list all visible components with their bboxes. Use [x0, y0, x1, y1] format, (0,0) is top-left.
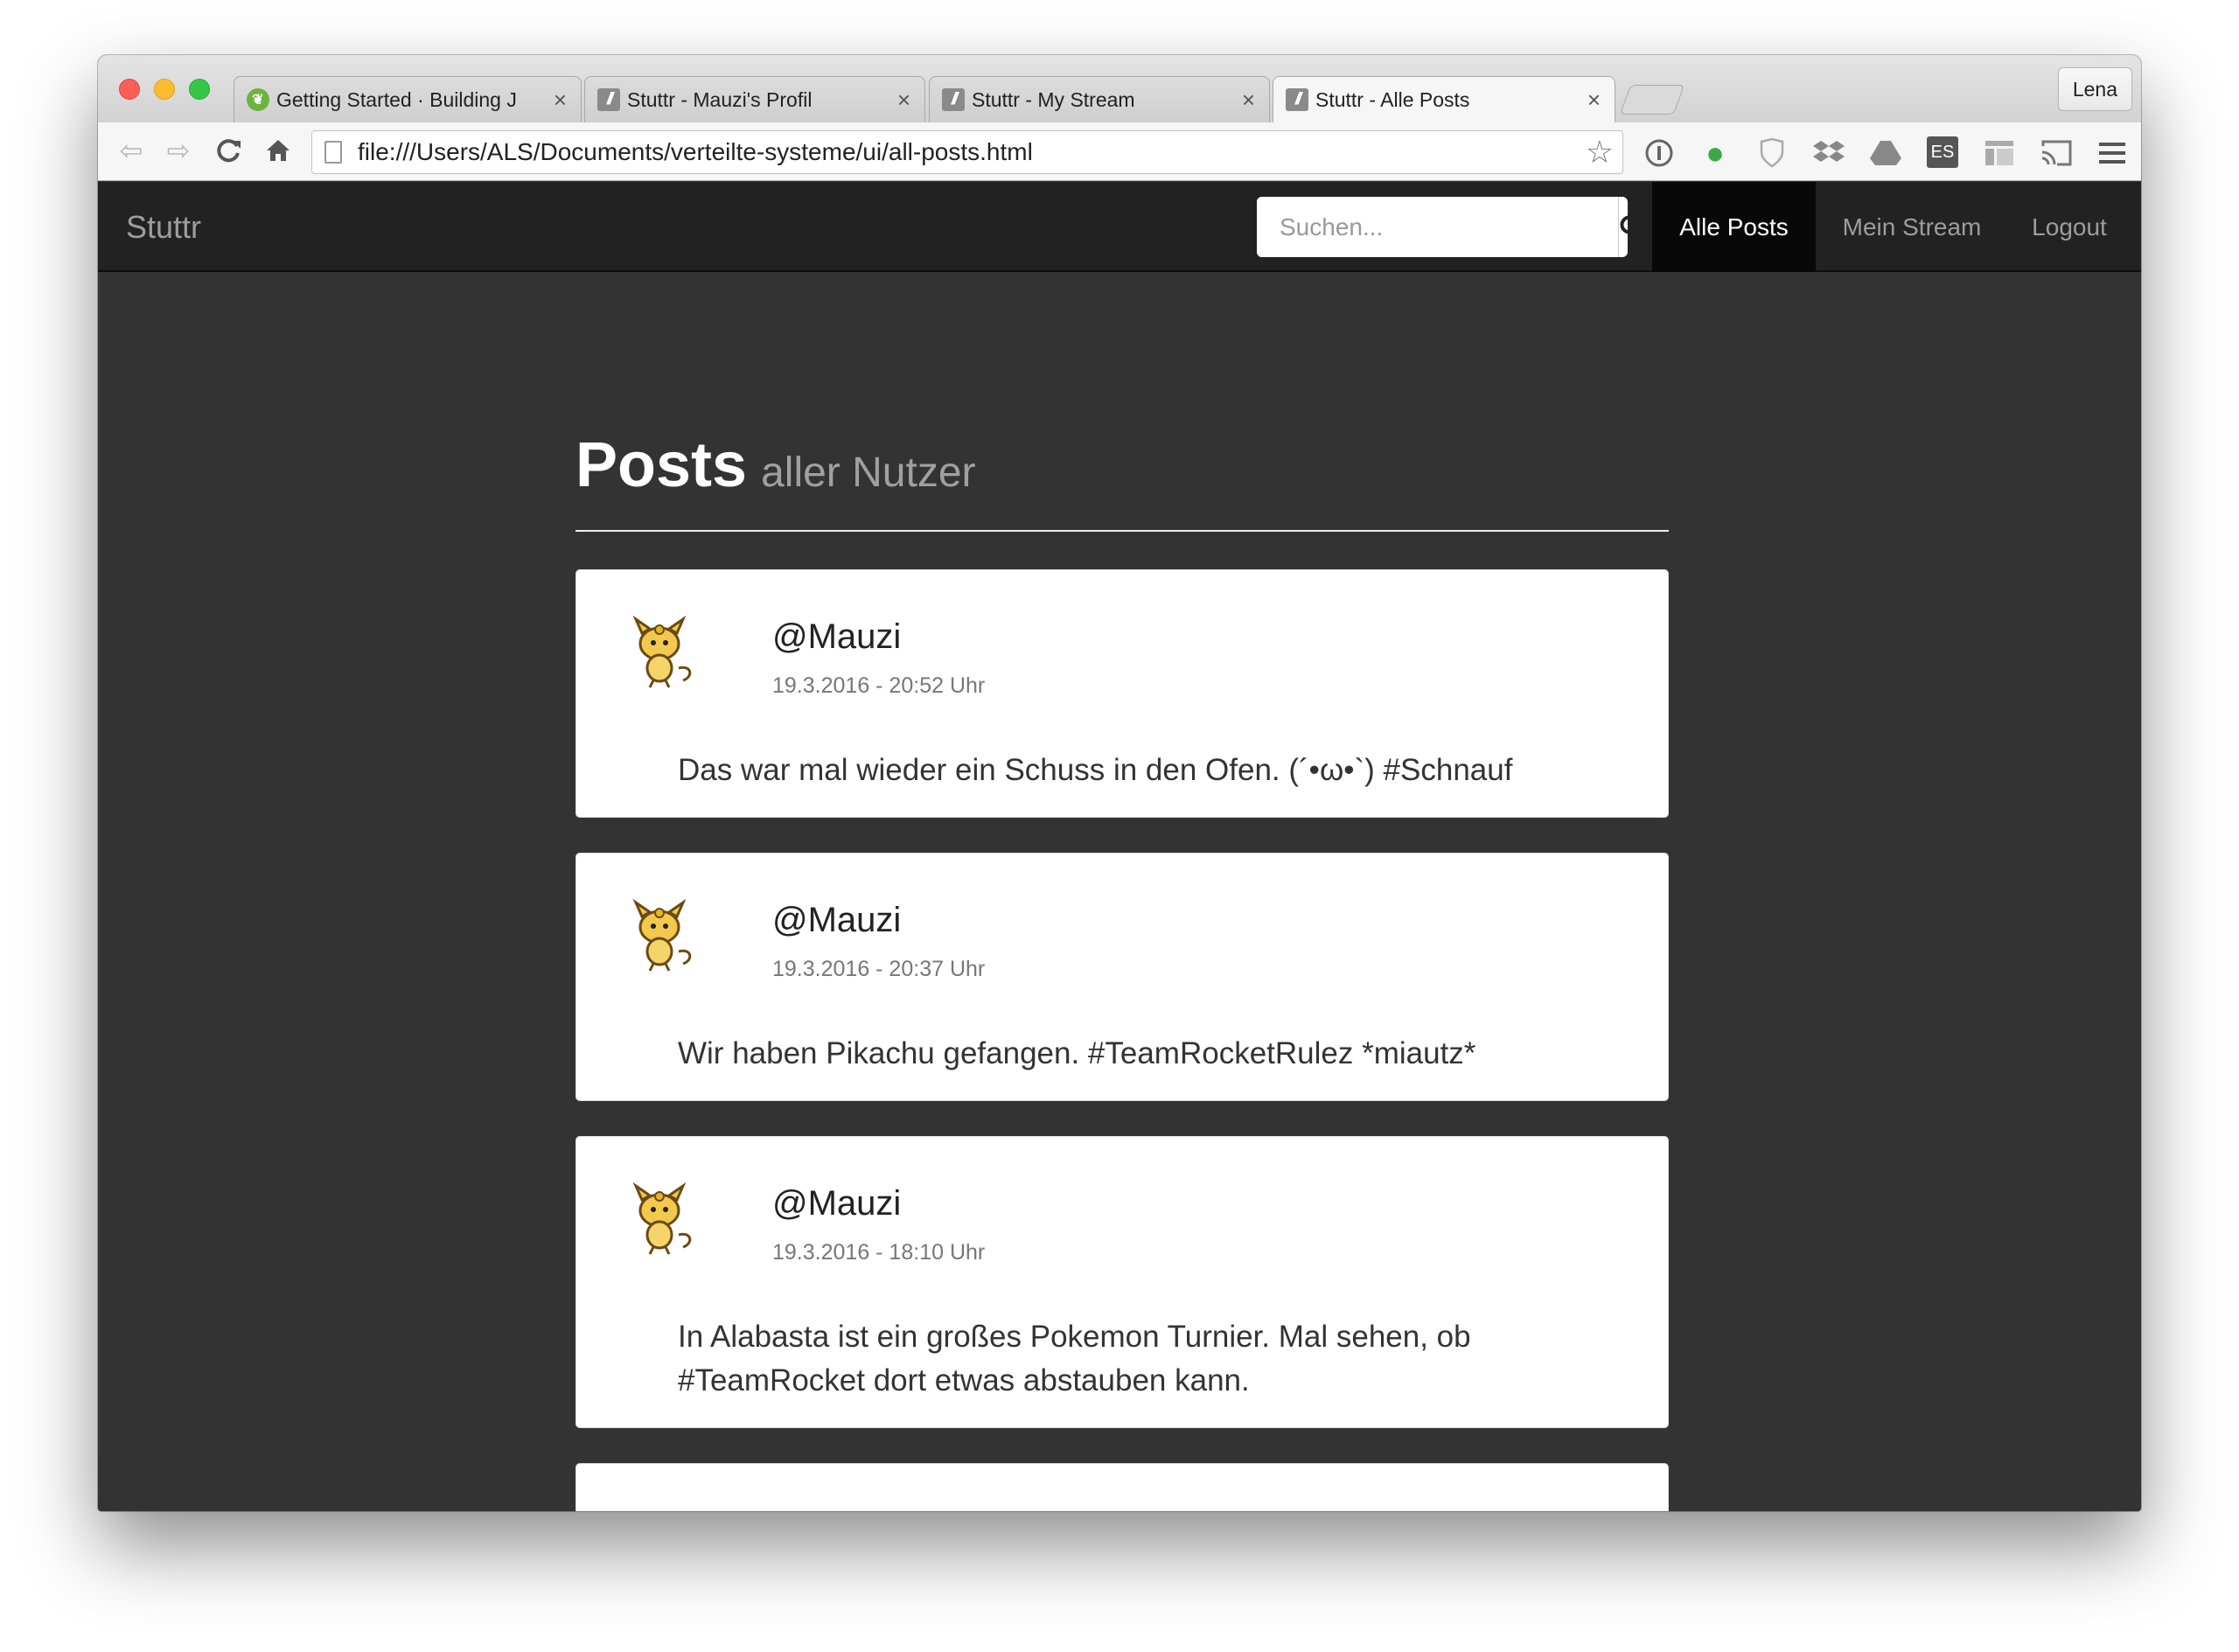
ghostery-icon[interactable]	[1755, 136, 1789, 170]
app-navbar: Stuttr Alle Posts Mein Stream Logout	[98, 182, 2141, 272]
post-card: @Mauzi 19.3.2016 - 20:52 Uhr Das war mal…	[575, 569, 1669, 818]
post-text: Wir haben Pikachu gefangen. #TeamRocketR…	[678, 1036, 1476, 1070]
zoom-window-button[interactable]	[189, 79, 210, 100]
nav-mein-stream[interactable]: Mein Stream	[1816, 182, 2008, 272]
page-icon	[324, 141, 342, 164]
close-window-button[interactable]	[119, 79, 140, 100]
es-icon[interactable]: ES	[1927, 136, 1958, 168]
post-text: Das war mal wieder ein Schuss in den Ofe…	[678, 753, 1513, 787]
nav-logout[interactable]: Logout	[2008, 182, 2131, 272]
nav-alle-posts[interactable]: Alle Posts	[1652, 182, 1816, 272]
tab-alle-posts[interactable]: // Stuttr - Alle Posts ×	[1273, 76, 1615, 122]
close-icon[interactable]: ×	[554, 87, 567, 114]
slash-icon: //	[1286, 88, 1308, 111]
close-icon[interactable]: ×	[1242, 87, 1255, 114]
onepassword-icon[interactable]	[1643, 136, 1676, 170]
address-bar[interactable]: file:///Users/ALS/Documents/verteilte-sy…	[311, 130, 1623, 174]
tab-title: Stuttr - My Stream	[972, 87, 1135, 111]
bookmark-star-icon[interactable]: ☆	[1586, 134, 1614, 171]
close-icon[interactable]: ×	[1587, 87, 1601, 114]
reload-icon	[217, 139, 241, 163]
search-button[interactable]	[1618, 197, 1628, 257]
tab-my-stream[interactable]: // Stuttr - My Stream ×	[929, 76, 1270, 122]
post-timestamp: 19.3.2016 - 18:10 Uhr	[772, 1240, 986, 1265]
reload-button[interactable]	[212, 131, 247, 170]
page-header: Posts aller Nutzer	[575, 425, 1669, 532]
avatar[interactable]	[622, 614, 697, 689]
post-card: @Mauzi 19.3.2016 - 20:37 Uhr Wir haben P…	[575, 853, 1669, 1101]
home-icon	[267, 140, 289, 161]
tab-title: Stuttr - Mauzi's Profil	[627, 87, 813, 111]
tab-title: Stuttr - Alle Posts	[1315, 87, 1470, 111]
browser-window: ❦ Getting Started · Building J × // Stut…	[98, 55, 2141, 1511]
page-subtitle: aller Nutzer	[761, 450, 976, 496]
slash-icon: //	[942, 88, 965, 111]
page-title-text: Posts	[575, 430, 748, 500]
spring-leaf-icon: ❦	[247, 88, 269, 111]
tab-strip: ❦ Getting Started · Building J × // Stut…	[98, 55, 2141, 122]
post-username[interactable]: @Mauzi	[772, 901, 901, 940]
brand-logo[interactable]: Stuttr	[126, 182, 201, 272]
search-icon	[1620, 215, 1628, 234]
forward-button[interactable]: ⇨	[161, 131, 196, 170]
avatar[interactable]	[622, 897, 697, 972]
reader-icon[interactable]	[1983, 136, 2016, 170]
post-username[interactable]: @Mauzi	[772, 617, 901, 657]
minimize-window-button[interactable]	[154, 79, 175, 100]
post-timestamp: 19.3.2016 - 20:52 Uhr	[772, 673, 986, 698]
post-text: In Alabasta ist ein großes Pokemon Turni…	[678, 1320, 1471, 1398]
post-username[interactable]: @Mauzi	[772, 1184, 901, 1223]
dropbox-icon[interactable]	[1812, 136, 1845, 170]
arrow-left-icon: ⇦	[119, 135, 143, 166]
search-input[interactable]	[1257, 197, 1618, 257]
tab-mauzi-profil[interactable]: // Stuttr - Mauzi's Profil ×	[584, 76, 925, 122]
browser-toolbar: ⇦ ⇨ file:///Users/ALS/Documents/verteilt…	[98, 122, 2141, 181]
google-drive-icon[interactable]	[1869, 136, 1902, 170]
new-tab-button[interactable]	[1619, 85, 1685, 115]
search-form	[1257, 197, 1628, 257]
profile-button[interactable]: Lena	[2057, 67, 2132, 111]
slash-icon: //	[597, 88, 620, 111]
home-button[interactable]	[261, 131, 296, 170]
arrow-right-icon: ⇨	[166, 135, 191, 166]
close-icon[interactable]: ×	[897, 87, 910, 114]
post-timestamp: 19.3.2016 - 20:37 Uhr	[772, 957, 986, 981]
tab-title: Getting Started · Building J	[276, 87, 517, 111]
cast-icon[interactable]	[2040, 136, 2073, 170]
avatar[interactable]	[622, 1181, 697, 1256]
menu-icon[interactable]	[2096, 136, 2129, 170]
post-card: @Mauzi 19.3.2016 - 18:10 Uhr In Alabasta…	[575, 1136, 1669, 1428]
evernote-icon[interactable]: ●	[1698, 135, 1732, 171]
post-card	[575, 1463, 1669, 1511]
url-text[interactable]: file:///Users/ALS/Documents/verteilte-sy…	[358, 138, 1586, 166]
tab-getting-started[interactable]: ❦ Getting Started · Building J ×	[234, 76, 582, 122]
back-button[interactable]: ⇦	[114, 131, 149, 170]
main-content: Posts aller Nutzer @Mauzi 19.3.2016 - 20:…	[98, 272, 2141, 1511]
page-title: Posts aller Nutzer	[575, 434, 976, 497]
